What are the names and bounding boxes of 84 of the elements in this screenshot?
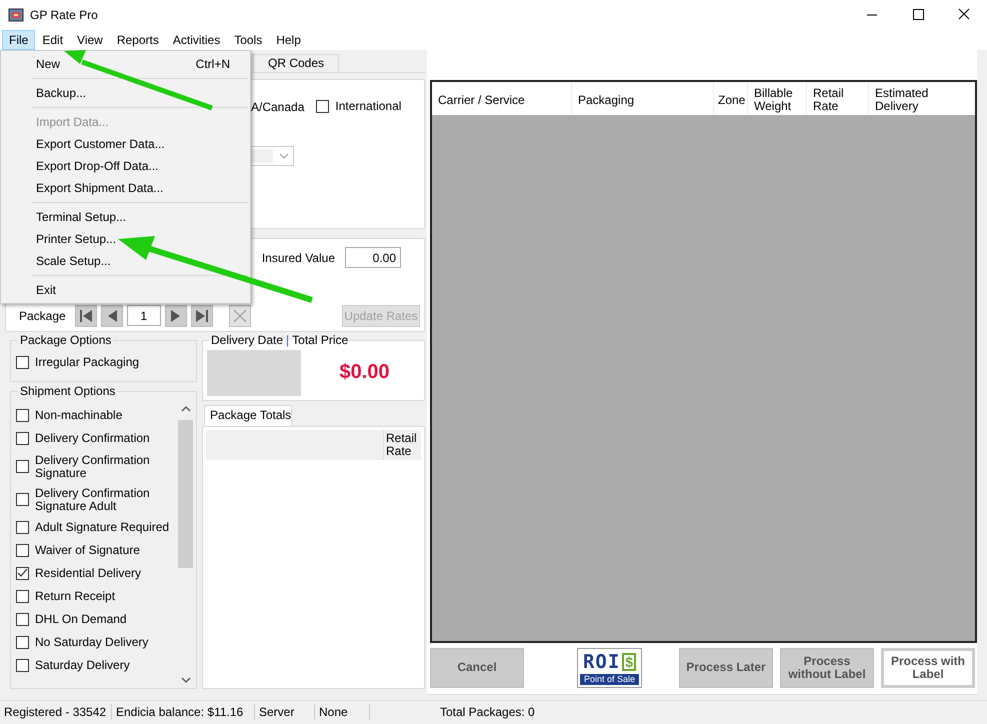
window-title: GP Rate Pro [30,8,98,22]
menu-item[interactable]: Backup... [3,82,248,104]
checkbox[interactable] [16,636,29,649]
action-button[interactable]: Process Later [679,648,773,688]
checkbox-label: International [335,100,402,113]
checkbox-label: Waiver of Signature [35,544,140,557]
first-button[interactable] [74,304,97,326]
scroll-up-icon[interactable] [180,406,190,412]
radio-label: A/Canada [251,100,304,114]
scrollbar-thumb[interactable] [178,420,193,568]
tab[interactable]: QR Codes [253,54,339,72]
checkbox[interactable] [16,521,29,534]
status-text: Endicia balance: $11.16 [112,704,255,720]
checkbox[interactable] [16,590,29,603]
logo-caption: Point of Sale [580,674,639,684]
logo-symbol: $ [622,652,636,670]
checkbox-label: Delivery Confirmation Signature Adult [35,486,151,512]
right-arrow-icon [170,310,181,322]
checkbox[interactable] [16,659,29,672]
checkbox-label: Adult Signature Required [35,521,170,534]
group-title: Delivery Date [211,333,284,347]
checkbox-label: Non-machinable [35,409,122,422]
scroll-down-icon[interactable] [180,677,190,683]
checkbox[interactable] [16,493,29,506]
close-icon [232,308,247,322]
status-text: Server [255,704,315,720]
menu-item[interactable]: Edit [35,30,70,50]
checkbox-label: DHL On Demand [35,613,127,626]
menu-item[interactable]: View [70,30,110,50]
last-button[interactable] [190,304,213,326]
previous-button[interactable] [100,304,123,326]
menu-item[interactable]: Scale Setup... [3,250,248,272]
checkbox[interactable] [16,567,29,580]
tab[interactable]: Package Totals [204,405,292,426]
checkbox[interactable] [16,356,29,369]
separator-mark: | [285,333,290,347]
field-label: Package [19,308,66,322]
action-button[interactable]: Cancel [430,648,524,688]
menu-item[interactable]: Export Shipment Data... [3,177,248,199]
group-title: Package Options [18,333,114,347]
menu-item[interactable]: Reports [110,30,166,50]
checkbox[interactable] [16,613,29,626]
group-title: Shipment Options [18,384,118,398]
checkbox[interactable] [16,432,29,445]
checkbox[interactable] [16,460,29,473]
menu-item[interactable]: Help [269,30,308,50]
total-price: $0.00 [338,361,391,384]
app-icon [8,7,24,23]
menu-item[interactable]: Printer Setup... [3,228,248,250]
group-title: Total Price [292,333,348,347]
checkbox[interactable] [16,544,29,557]
checkbox[interactable] [316,100,330,113]
next-button[interactable] [164,304,187,326]
menu-item[interactable]: Export Drop-Off Data... [3,155,248,177]
menu-item[interactable]: Export Customer Data... [3,133,248,155]
column-header: Retail Rate [383,430,421,460]
field-label: Insured Value [262,250,335,264]
checkbox[interactable] [16,409,29,422]
insured-value-field[interactable]: 0.00 [345,247,401,268]
checkbox-label: Irregular Packaging [35,356,140,369]
last-icon [194,310,209,322]
checkbox-label: Return Receipt [35,590,116,603]
status-text: Registered - 33542 [0,704,112,720]
menu-item[interactable]: Terminal Setup... [3,206,248,228]
caret-icon [279,153,289,159]
logo-text: ROI [582,652,620,672]
menu-item[interactable]: File [2,30,36,50]
column-header: Estimated Delivery [874,85,930,115]
menu-item[interactable]: Exit [3,279,248,301]
action-button[interactable]: Process without Label [780,648,874,688]
checkbox-label: Delivery Confirmation [35,432,150,445]
status-text: Total Packages: 0 [433,704,533,720]
first-icon [78,310,93,322]
package-number-field[interactable]: 1 [126,305,161,326]
menu-item[interactable]: New Ctrl+N [3,53,248,75]
left-arrow-icon [106,310,117,322]
action-button[interactable]: Process with Label [881,648,975,688]
checkbox-label: Saturday Delivery [35,659,130,672]
checkbox-label: Delivery Confirmation Signature [35,454,151,480]
menu-item[interactable]: Tools [227,30,270,50]
checkbox-label: Residential Delivery [35,567,142,580]
status-text: None [315,704,370,720]
menu-item[interactable]: Activities [166,30,228,50]
checkbox-label: No Saturday Delivery [35,636,148,649]
